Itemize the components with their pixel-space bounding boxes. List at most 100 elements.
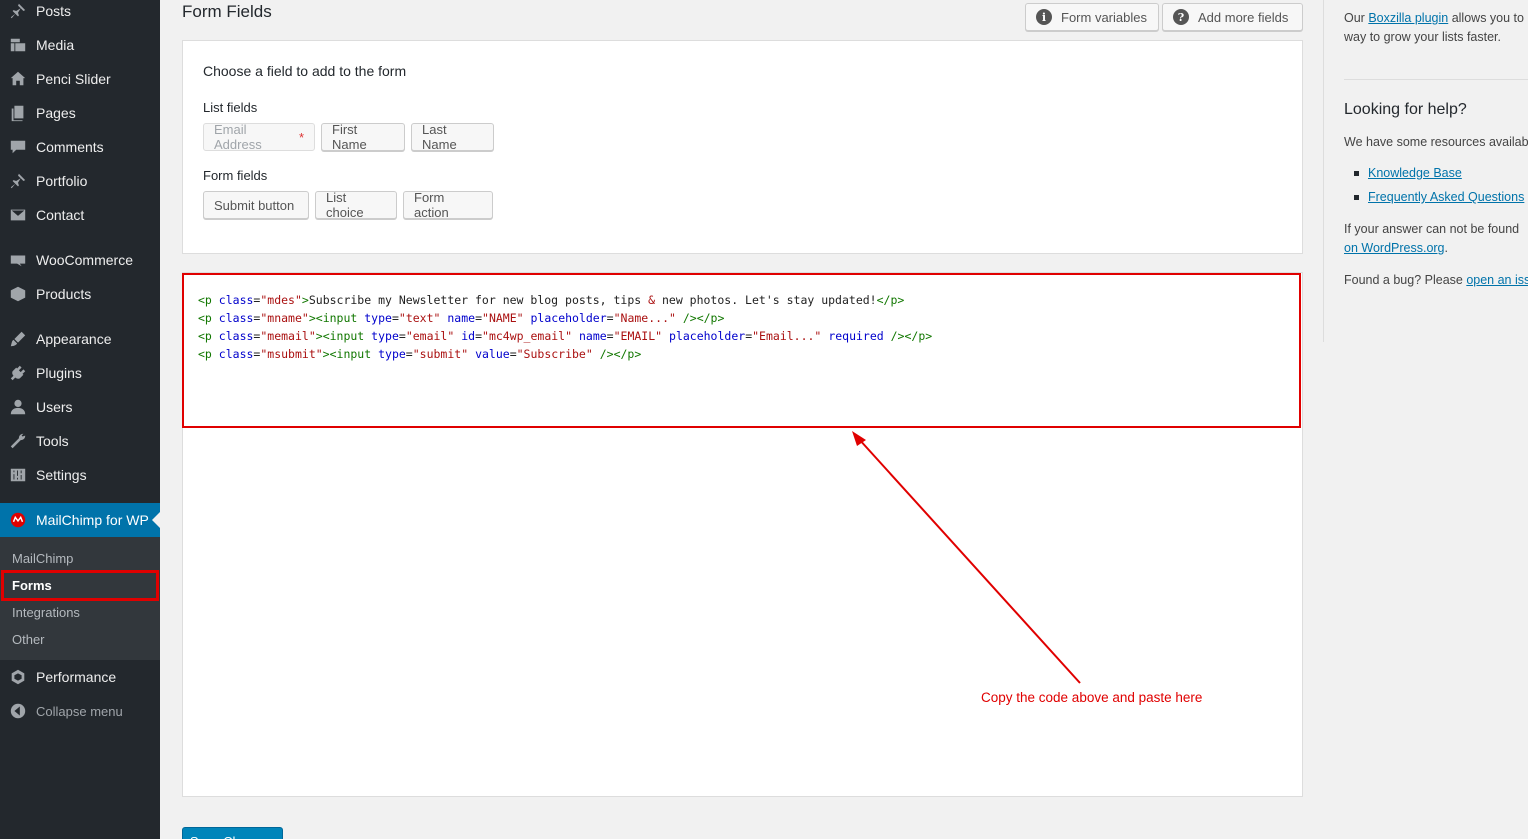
mailchimp-icon	[8, 510, 28, 530]
faq-link[interactable]: Frequently Asked Questions	[1368, 190, 1524, 204]
woo-icon	[8, 250, 28, 270]
menu-media-label: Media	[36, 37, 75, 53]
save-changes-button[interactable]: Save Changes	[182, 827, 283, 839]
menu-appearance-label: Appearance	[36, 331, 112, 347]
menu-mailchimp-for-wp-label: MailChimp for WP	[36, 512, 149, 528]
brush-icon	[8, 329, 28, 349]
add-more-fields-label: Add more fields	[1198, 9, 1289, 25]
menu-posts-label: Posts	[36, 3, 72, 19]
submenu-integrations[interactable]: Integrations	[12, 605, 80, 620]
menu-mailchimp-for-wp[interactable]: MailChimp for WP	[0, 503, 160, 537]
last-name-field-button[interactable]: Last Name	[411, 122, 494, 152]
wporg-line: on WordPress.org.	[1344, 241, 1448, 255]
menu-comments[interactable]: Comments	[0, 130, 160, 164]
menu-users[interactable]: Users	[0, 390, 160, 424]
admin-sidebar: Posts Media Penci Slider Pages Comments …	[0, 0, 160, 839]
wporg-post: .	[1444, 241, 1448, 255]
help-icon: ?	[1173, 9, 1189, 25]
not-found-text: If your answer can not be found	[1344, 222, 1520, 236]
menu-performance[interactable]: Performance	[0, 660, 160, 694]
menu-woocommerce[interactable]: WooCommerce	[0, 243, 160, 277]
pin-icon	[8, 1, 28, 21]
form-action-label: Form action	[414, 190, 449, 220]
form-action-field-button[interactable]: Form action	[403, 190, 493, 220]
divider	[1344, 79, 1528, 80]
collapse-icon	[8, 701, 28, 721]
comment-icon	[8, 137, 28, 157]
pin-icon	[8, 171, 28, 191]
collapse-menu-label: Collapse menu	[36, 703, 123, 719]
knowledge-base-link[interactable]: Knowledge Base	[1368, 166, 1462, 180]
list-choice-field-button[interactable]: List choice	[315, 190, 397, 220]
boxzilla-post: allows you to	[1448, 11, 1524, 25]
menu-appearance[interactable]: Appearance	[0, 322, 160, 356]
boxzilla-text: Our Boxzilla plugin allows you to	[1344, 11, 1524, 25]
submenu-other[interactable]: Other	[12, 632, 45, 647]
collapse-menu-button[interactable]: Collapse menu	[0, 694, 160, 728]
bullet	[1354, 171, 1359, 176]
bug-text: Found a bug? Please open an iss	[1344, 273, 1528, 287]
menu-products[interactable]: Products	[0, 277, 160, 311]
envelope-icon	[8, 205, 28, 225]
required-mark: *	[298, 129, 304, 145]
menu-posts[interactable]: Posts	[0, 0, 160, 28]
field-chooser-heading: Choose a field to add to the form	[203, 63, 407, 79]
last-name-label: Last Name	[422, 122, 457, 152]
menu-tools[interactable]: Tools	[0, 424, 160, 458]
menu-contact[interactable]: Contact	[0, 198, 160, 232]
form-fields-label: Form fields	[203, 168, 268, 183]
menu-portfolio-label: Portfolio	[36, 173, 88, 189]
boxzilla-line2: way to grow your lists faster.	[1344, 30, 1502, 44]
menu-portfolio[interactable]: Portfolio	[0, 164, 160, 198]
menu-penci-slider[interactable]: Penci Slider	[0, 62, 160, 96]
menu-woocommerce-label: WooCommerce	[36, 252, 133, 268]
performance-icon	[8, 667, 28, 687]
help-heading: Looking for help?	[1344, 101, 1467, 118]
menu-comments-label: Comments	[36, 139, 104, 155]
menu-performance-label: Performance	[36, 669, 117, 685]
plug-icon	[8, 363, 28, 383]
boxzilla-link[interactable]: Boxzilla plugin	[1368, 11, 1448, 25]
code-line: <p class="mdes">Subscribe my Newsletter …	[198, 293, 905, 307]
list-choice-label: List choice	[326, 190, 364, 220]
add-more-fields-button[interactable]: ? Add more fields	[1162, 3, 1303, 31]
boxzilla-pre: Our	[1344, 11, 1369, 25]
media-icon	[8, 35, 28, 55]
menu-pages-label: Pages	[36, 105, 76, 121]
submenu-mailchimp[interactable]: MailChimp	[12, 551, 73, 566]
menu-settings[interactable]: Settings	[0, 458, 160, 492]
submit-button-field-button[interactable]: Submit button	[203, 191, 309, 219]
code-line: <p class="memail"><input type="email" id…	[198, 329, 933, 343]
box-icon	[8, 284, 28, 304]
form-variables-button[interactable]: i Form variables	[1025, 3, 1159, 31]
bullet	[1354, 195, 1359, 200]
menu-media[interactable]: Media	[0, 28, 160, 62]
sidebar-widgets: Our Boxzilla plugin allows you to way to…	[1323, 0, 1528, 342]
menu-products-label: Products	[36, 286, 92, 302]
open-issue-link[interactable]: open an iss	[1466, 273, 1528, 287]
menu-contact-label: Contact	[36, 207, 85, 223]
menu-plugins-label: Plugins	[36, 365, 82, 381]
menu-penci-slider-label: Penci Slider	[36, 71, 111, 87]
first-name-label: First Name	[332, 122, 367, 152]
bug-pre: Found a bug? Please	[1344, 273, 1467, 287]
menu-pages[interactable]: Pages	[0, 96, 160, 130]
page-title: Form Fields	[182, 2, 272, 21]
field-chooser-panel: Choose a field to add to the form List f…	[182, 40, 1303, 254]
menu-users-label: Users	[36, 399, 73, 415]
code-highlight-box[interactable]: <p class="mdes">Subscribe my Newsletter …	[182, 273, 1301, 428]
menu-tools-label: Tools	[36, 433, 69, 449]
sliders-icon	[8, 465, 28, 485]
first-name-field-button[interactable]: First Name	[321, 122, 405, 152]
form-variables-label: Form variables	[1061, 9, 1147, 25]
wrench-icon	[8, 431, 28, 451]
code-line: <p class="msubmit"><input type="submit" …	[198, 347, 642, 361]
wporg-link[interactable]: on WordPress.org	[1344, 241, 1445, 255]
email-address-label: Email Address	[214, 122, 262, 152]
forms-highlight-box	[1, 570, 159, 601]
help-intro: We have some resources availab	[1344, 135, 1528, 149]
menu-plugins[interactable]: Plugins	[0, 356, 160, 390]
submit-button-label: Submit button	[214, 197, 295, 213]
user-icon	[8, 397, 28, 417]
email-address-field-button[interactable]: Email Address *	[203, 122, 315, 152]
